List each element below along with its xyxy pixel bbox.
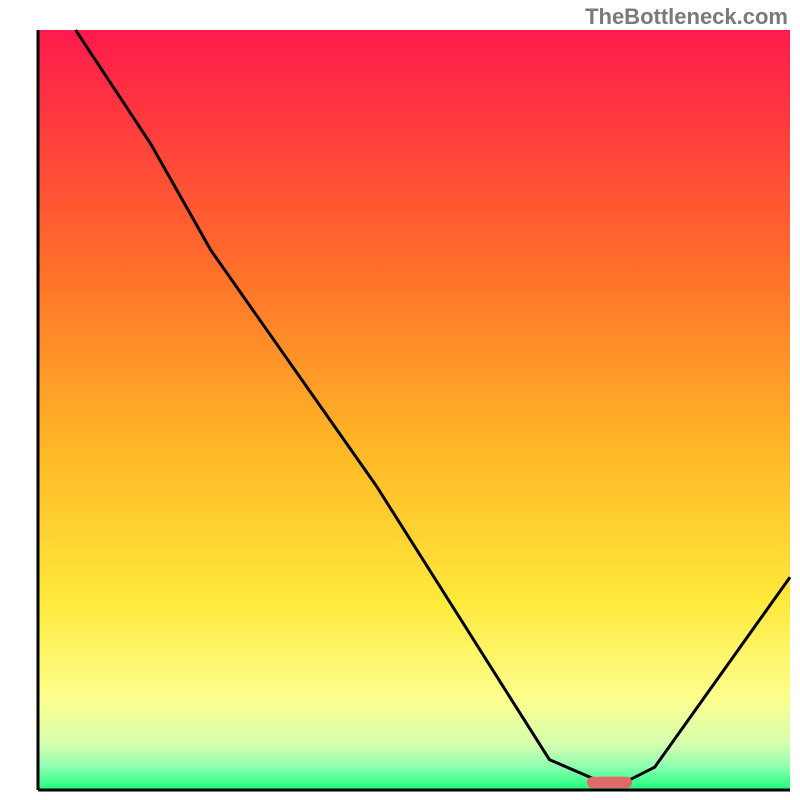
chart-container: TheBottleneck.com [0, 0, 800, 800]
optimal-marker [587, 777, 632, 788]
watermark-text: TheBottleneck.com [585, 4, 788, 30]
bottleneck-chart [0, 0, 800, 800]
